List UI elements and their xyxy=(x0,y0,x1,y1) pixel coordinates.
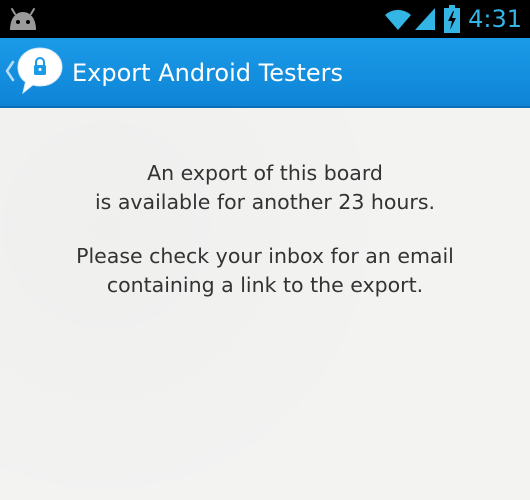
export-availability-message: An export of this board is available for… xyxy=(0,159,530,217)
message-line: is available for another 23 hours. xyxy=(94,190,436,214)
message-line: Please check your inbox for an email xyxy=(76,244,454,268)
clock: 4:31 xyxy=(468,5,522,33)
battery-charging-icon xyxy=(444,5,461,33)
up-button[interactable] xyxy=(0,38,66,108)
android-icon xyxy=(10,8,36,30)
message-line: An export of this board xyxy=(147,161,383,185)
wifi-icon xyxy=(385,9,412,30)
signal-icon xyxy=(415,8,436,30)
speech-bubble-lock-icon xyxy=(17,47,63,95)
page-title: Export Android Testers xyxy=(72,59,344,87)
content-area: An export of this board is available for… xyxy=(0,108,530,500)
screen: 4:31 Export Android Testers An export of… xyxy=(0,0,530,500)
status-bar: 4:31 xyxy=(0,0,530,38)
status-icons: 4:31 xyxy=(384,0,522,38)
action-bar: Export Android Testers xyxy=(0,38,530,108)
message-line: containing a link to the export. xyxy=(106,273,424,297)
check-inbox-message: Please check your inbox for an email con… xyxy=(0,242,530,300)
